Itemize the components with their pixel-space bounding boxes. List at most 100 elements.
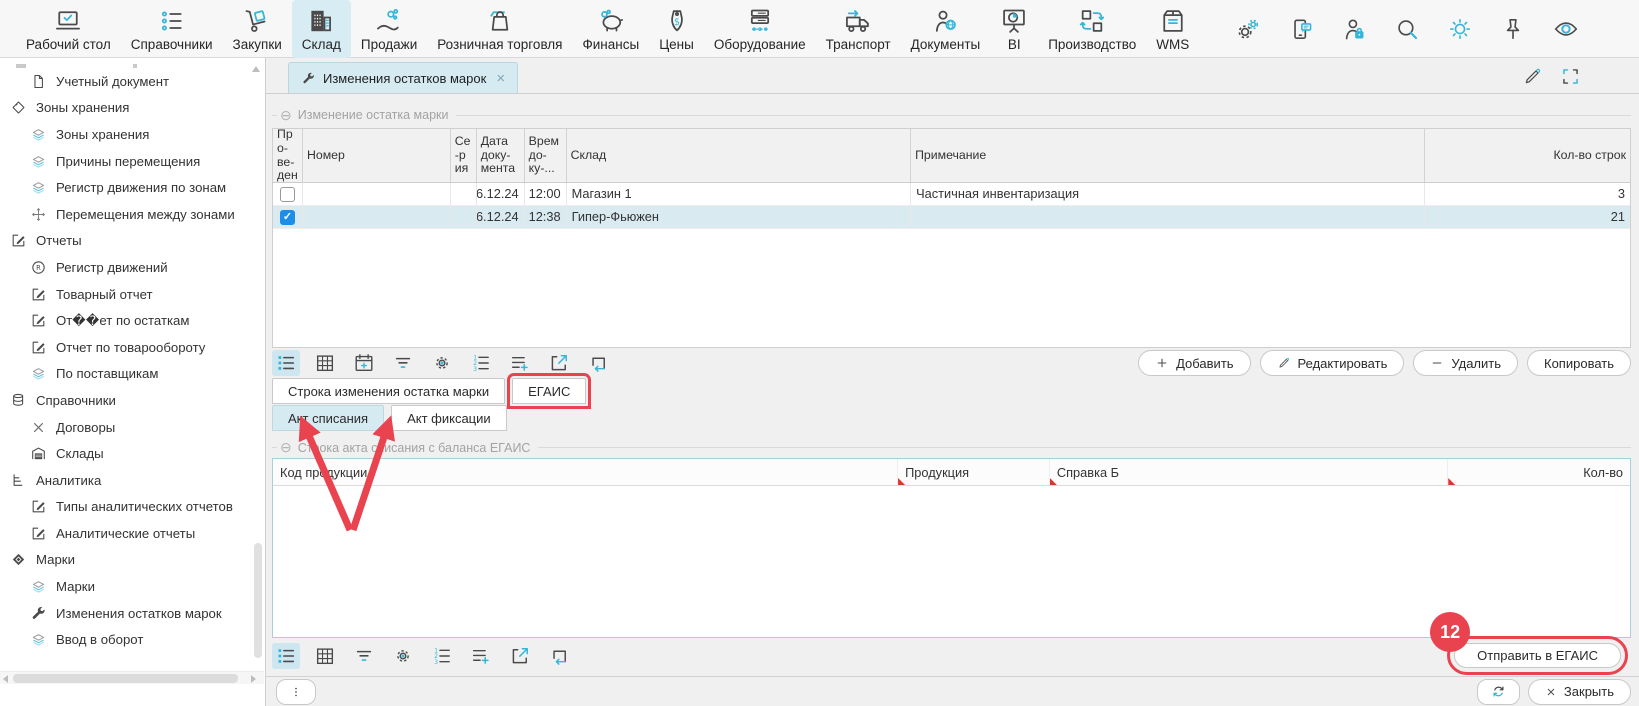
- action-button[interactable]: Добавить: [1138, 350, 1250, 376]
- sidebar-item[interactable]: Марки: [0, 573, 265, 600]
- horizontal-scrollbar-thumb[interactable]: [13, 674, 238, 683]
- scrollbar-left-arrow[interactable]: [3, 675, 8, 683]
- toolbar-button[interactable]: [545, 643, 573, 669]
- nav-item[interactable]: Рабочий стол: [16, 0, 121, 58]
- nav-item[interactable]: Транспорт: [816, 0, 901, 58]
- sidebar-item[interactable]: Ввод в оборот: [0, 626, 265, 653]
- toolbar-button[interactable]: [584, 350, 612, 376]
- search-icon[interactable]: [1394, 16, 1420, 42]
- toolbar-button[interactable]: [428, 643, 456, 669]
- egais-subtab[interactable]: Акт фиксации: [391, 405, 507, 431]
- phone-chat-icon[interactable]: [1288, 16, 1314, 42]
- nav-item[interactable]: Оборудование: [704, 0, 816, 58]
- nav-item[interactable]: Закупки: [223, 0, 292, 58]
- action-button[interactable]: Копировать: [1527, 350, 1631, 376]
- column-header-posted[interactable]: Про-ве-ден: [273, 129, 303, 182]
- more-actions-button[interactable]: [276, 679, 316, 705]
- scrollbar-up-arrow[interactable]: [252, 66, 260, 72]
- toolbar-button[interactable]: [467, 643, 495, 669]
- toolbar-button[interactable]: [506, 350, 534, 376]
- toolbar-button[interactable]: [311, 350, 339, 376]
- nav-item[interactable]: BI: [990, 0, 1038, 58]
- expand-icon[interactable]: [1560, 66, 1581, 87]
- send-to-egais-button[interactable]: Отправить в ЕГАИС: [1454, 643, 1621, 668]
- horizontal-scrollbar[interactable]: [0, 671, 264, 684]
- sidebar-item[interactable]: Типы аналитических отчетов: [0, 494, 265, 521]
- sidebar-item[interactable]: Склады: [0, 440, 265, 467]
- toolbar-button[interactable]: [350, 643, 378, 669]
- sidebar-item[interactable]: Договоры: [0, 414, 265, 441]
- sidebar-item[interactable]: Аналитика: [0, 467, 265, 494]
- sidebar-item[interactable]: Причины перемещения: [0, 148, 265, 175]
- table-row-selected[interactable]: 06.12.24 12:38 Гипер-Фьюжен 21: [273, 206, 1630, 229]
- sidebar-item[interactable]: Отчеты: [0, 228, 265, 255]
- egais-subtab[interactable]: Акт списания: [272, 405, 384, 431]
- column-header-doc-time[interactable]: Врем до-ку-...: [525, 129, 567, 182]
- toolbar-button[interactable]: [389, 643, 417, 669]
- nav-item[interactable]: Склад: [292, 0, 351, 58]
- nav-item[interactable]: Цены: [649, 0, 704, 58]
- collapse-icon[interactable]: ⊖: [280, 107, 292, 124]
- nav-item[interactable]: Производство: [1038, 0, 1146, 58]
- toolbar-button[interactable]: [428, 350, 456, 376]
- vertical-scrollbar-thumb[interactable]: [254, 543, 262, 658]
- toolbar-button[interactable]: [350, 350, 378, 376]
- sidebar-item[interactable]: Товарный отчет: [0, 281, 265, 308]
- nav-item[interactable]: Документы: [901, 0, 991, 58]
- toolbar-button[interactable]: [389, 350, 417, 376]
- nav-item[interactable]: Справочники: [121, 0, 223, 58]
- nav-item[interactable]: WMS: [1146, 0, 1199, 58]
- toolbar-button[interactable]: [311, 643, 339, 669]
- column-header-doc-date[interactable]: Дата доку-мента: [477, 129, 525, 182]
- tab-mark-balance-changes[interactable]: Изменения остатков марок ×: [288, 62, 518, 93]
- sidebar-item[interactable]: Справочники: [0, 387, 265, 414]
- column-header-number[interactable]: Номер: [303, 129, 451, 182]
- detail-tab[interactable]: ЕГАИС: [512, 378, 586, 404]
- toolbar-button[interactable]: [272, 350, 300, 376]
- sidebar-item[interactable]: Регистр движений: [0, 254, 265, 281]
- refresh-button[interactable]: [1477, 679, 1520, 705]
- column-header-series[interactable]: Се-рия: [451, 129, 477, 182]
- sidebar-item[interactable]: Отчет по товарообороту: [0, 334, 265, 361]
- posted-checkbox[interactable]: [280, 187, 295, 202]
- sidebar-item[interactable]: От��ет по остаткам: [0, 307, 265, 334]
- nav-item[interactable]: Розничная торговля: [427, 0, 572, 58]
- brightness-icon[interactable]: [1447, 16, 1473, 42]
- column-header-warehouse[interactable]: Склад: [567, 129, 911, 182]
- column-header-quantity[interactable]: Кол-во: [1448, 459, 1630, 485]
- sidebar-item[interactable]: Регистр движения по зонам: [0, 174, 265, 201]
- edit-pencil-icon[interactable]: [1522, 66, 1543, 87]
- sidebar-item[interactable]: Аналитические отчеты: [0, 520, 265, 547]
- posted-checkbox[interactable]: [280, 210, 295, 225]
- toolbar-button[interactable]: [467, 350, 495, 376]
- settings-gears-icon[interactable]: [1235, 16, 1261, 42]
- detail-tab[interactable]: Строка изменения остатка марки: [272, 378, 505, 404]
- collapse-icon[interactable]: ⊖: [280, 439, 292, 456]
- toolbar-button[interactable]: [506, 643, 534, 669]
- user-lock-icon[interactable]: [1341, 16, 1367, 42]
- column-header-note[interactable]: Примечание: [911, 129, 1425, 182]
- nav-item[interactable]: Финансы: [573, 0, 650, 58]
- close-button[interactable]: Закрыть: [1528, 679, 1631, 705]
- column-header-product-code[interactable]: Код продукции: [273, 459, 898, 485]
- table-row[interactable]: 06.12.24 12:00 Магазин 1 Частичная инвен…: [273, 183, 1630, 206]
- scrollbar-right-arrow[interactable]: [251, 675, 256, 683]
- nav-item[interactable]: Продажи: [351, 0, 427, 58]
- sidebar-item[interactable]: По поставщикам: [0, 361, 265, 388]
- action-button[interactable]: Редактировать: [1260, 350, 1405, 376]
- sidebar-item[interactable]: Зоны хранения: [0, 95, 265, 122]
- sidebar-item[interactable]: Учетный документ: [0, 68, 265, 95]
- column-header-line-count[interactable]: Кол-во строк: [1425, 129, 1630, 182]
- sidebar-item[interactable]: Изменения остатков марок: [0, 600, 265, 627]
- sidebar-item[interactable]: Зоны хранения: [0, 121, 265, 148]
- tab-close-icon[interactable]: ×: [496, 71, 505, 86]
- toolbar-button[interactable]: [545, 350, 573, 376]
- eye-icon[interactable]: [1553, 16, 1579, 42]
- pin-icon[interactable]: [1500, 16, 1526, 42]
- sidebar-item[interactable]: Марки: [0, 547, 265, 574]
- toolbar-button[interactable]: [272, 643, 300, 669]
- column-header-reference-b[interactable]: Справка Б: [1050, 459, 1448, 485]
- action-button[interactable]: Удалить: [1413, 350, 1518, 376]
- sidebar-item[interactable]: Перемещения между зонами: [0, 201, 265, 228]
- column-header-product[interactable]: Продукция: [898, 459, 1050, 485]
